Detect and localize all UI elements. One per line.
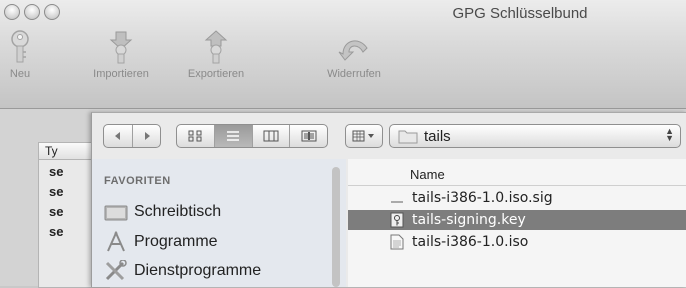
sidebar-item-label: Dienstprogramme	[134, 262, 262, 279]
file-name: tails-i386-1.0.iso	[412, 234, 529, 250]
sidebar-item-applications[interactable]: Programme	[104, 229, 218, 255]
history-navigation	[103, 124, 161, 148]
disk-image-icon	[388, 234, 406, 250]
file-row-signing-key[interactable]: tails-signing.key	[348, 210, 686, 230]
key-icon	[11, 30, 29, 63]
arrange-menu	[345, 124, 383, 148]
export-label: Exportieren	[187, 68, 245, 80]
applications-icon	[104, 231, 128, 253]
location-popup[interactable]: tails ▲ ▼	[389, 124, 681, 148]
folder-icon	[398, 130, 418, 144]
desktop-icon	[104, 201, 128, 223]
export-key-icon	[204, 30, 228, 64]
dialog-toolbar: tails ▲ ▼	[92, 113, 686, 157]
location-label: tails	[424, 127, 451, 145]
file-row-disk-image[interactable]: tails-i386-1.0.iso	[348, 232, 686, 252]
file-name: tails-signing.key	[412, 212, 526, 228]
file-name: tails-i386-1.0.iso.sig	[412, 190, 553, 206]
file-row-signature[interactable]: tails-i386-1.0.iso.sig	[348, 188, 686, 208]
new-key-button[interactable]: Neu	[4, 30, 36, 80]
undo-label: Widerrufen	[327, 68, 381, 80]
minimize-window-button[interactable]	[24, 4, 40, 20]
export-button[interactable]: Exportieren	[174, 30, 258, 80]
new-key-label: Neu	[9, 68, 31, 80]
forward-arrow-icon	[144, 132, 150, 140]
arrange-grid-icon	[352, 130, 374, 142]
favorites-section-header: FAVORITEN	[104, 175, 171, 187]
column-header-divider	[348, 185, 686, 186]
sidebar-scrollbar[interactable]	[332, 167, 340, 287]
back-arrow-icon	[115, 132, 120, 140]
sidebar-item-desktop[interactable]: Schreibtisch	[104, 199, 221, 225]
window-titlebar: GPG Schlüsselbund Neu Importieren Export…	[0, 0, 686, 109]
zoom-window-button[interactable]	[44, 4, 60, 20]
window-title: GPG Schlüsselbund	[452, 5, 588, 22]
signature-file-icon	[388, 192, 406, 204]
list-view-button[interactable]	[214, 125, 253, 147]
popup-arrows-icon: ▲ ▼	[665, 126, 674, 143]
undo-arrow-icon	[338, 40, 368, 61]
name-column-header[interactable]: Name	[410, 167, 445, 182]
close-window-button[interactable]	[4, 4, 20, 20]
key-file-icon	[388, 212, 406, 228]
icon-grid-icon	[188, 130, 202, 142]
list-lines-icon	[227, 131, 240, 141]
back-button[interactable]	[104, 125, 133, 147]
columns-icon	[263, 130, 279, 142]
file-list: Name tails-i386-1.0.iso.sig tails-signin…	[348, 159, 686, 287]
window-controls	[4, 4, 60, 20]
sidebar-item-label: Programme	[134, 233, 218, 250]
column-view-button[interactable]	[253, 125, 291, 147]
view-mode-selector	[176, 124, 328, 148]
import-key-icon	[109, 31, 133, 64]
coverflow-view-button[interactable]	[290, 125, 327, 147]
undo-button[interactable]: Widerrufen	[314, 30, 394, 80]
open-file-dialog: tails ▲ ▼ FAVORITEN Schreibtisch Programm…	[91, 112, 686, 287]
arrange-button[interactable]	[346, 125, 382, 147]
sidebar-item-label: Schreibtisch	[134, 203, 222, 220]
forward-button[interactable]	[133, 125, 160, 147]
dialog-sidebar: FAVORITEN Schreibtisch Programme Dienstp…	[92, 159, 346, 287]
import-label: Importieren	[93, 68, 149, 80]
sidebar-item-utilities[interactable]: Dienstprogramme	[104, 258, 261, 284]
utilities-icon	[104, 260, 128, 282]
coverflow-icon	[301, 130, 317, 142]
icon-view-button[interactable]	[177, 125, 215, 147]
import-button[interactable]: Importieren	[81, 30, 161, 80]
